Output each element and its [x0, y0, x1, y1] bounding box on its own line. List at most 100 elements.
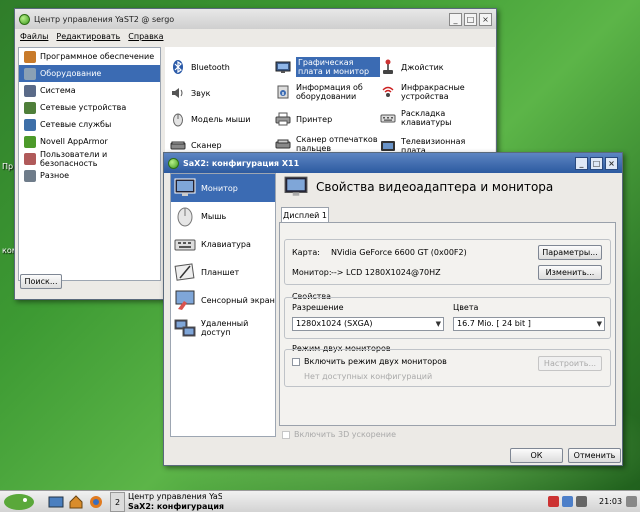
monitor-icon: [174, 178, 196, 196]
module-scanner[interactable]: Сканер: [170, 137, 275, 153]
close-button[interactable]: ×: [479, 12, 492, 26]
task-yast[interactable]: Центр управления YaST: [128, 492, 222, 502]
browser-icon[interactable]: [88, 494, 104, 510]
minimize-button[interactable]: _: [575, 156, 588, 170]
close-button[interactable]: ×: [605, 156, 618, 170]
module-fingerprint[interactable]: Сканер отпечатков пальцев: [275, 135, 380, 153]
updater-icon[interactable]: [548, 496, 559, 507]
system-icon: [24, 84, 36, 97]
infrared-icon: [382, 86, 394, 97]
sax2-title: SaX2: конфигурация X11: [183, 158, 300, 168]
mouse-icon: [177, 207, 193, 227]
nav-monitor[interactable]: Монитор: [171, 174, 275, 202]
sax2-app-icon: [168, 157, 179, 169]
card-label: Карта:: [292, 248, 320, 257]
resolution-label: Разрешение: [292, 303, 344, 312]
users-icon: [24, 152, 36, 165]
module-keyboard-layout[interactable]: Раскладка клавиатуры: [380, 109, 485, 127]
maximize-button[interactable]: □: [590, 156, 603, 170]
yast-menubar: Файлы Редактировать Справка: [15, 29, 496, 47]
nav-tablet[interactable]: Планшет: [171, 258, 275, 286]
module-sound[interactable]: Звук: [170, 85, 275, 101]
module-bluetooth[interactable]: Bluetooth: [170, 59, 275, 75]
checkbox-box: [292, 357, 300, 366]
keyboard-layout-icon: [380, 114, 396, 123]
network-devices-icon: [24, 101, 36, 114]
network-services-icon: [24, 118, 36, 131]
module-mouse-model[interactable]: Модель мыши: [170, 111, 275, 127]
enable-3d-checkbox[interactable]: Включить 3D ускорение: [282, 430, 396, 439]
volume-icon[interactable]: [576, 496, 587, 507]
colors-select[interactable]: 16.7 Mio. [ 24 bit ] ▼: [453, 317, 605, 331]
category-apparmor[interactable]: Novell AppArmor: [19, 133, 160, 150]
desktop-icon[interactable]: [48, 494, 64, 510]
category-network-services[interactable]: Сетевые службы: [19, 116, 160, 133]
home-icon[interactable]: [68, 494, 84, 510]
yast-titlebar[interactable]: Центр управления YaST2 @ sergo _ □ ×: [15, 9, 496, 29]
clock[interactable]: 21:03: [599, 497, 622, 506]
chevron-down-icon: ▼: [435, 320, 441, 328]
category-hardware[interactable]: Оборудование: [19, 65, 160, 82]
yast-title: Центр управления YaST2 @ sergo: [34, 14, 175, 24]
mouse-icon: [173, 113, 183, 127]
desktop-label-1[interactable]: Пр: [2, 162, 13, 171]
yast-app-icon: [19, 13, 30, 25]
category-software[interactable]: Программное обеспечение: [19, 48, 160, 65]
sound-icon: [172, 88, 183, 98]
page-title: Свойства видеоадаптера и монитора: [316, 180, 554, 194]
menu-edit[interactable]: Редактировать: [56, 32, 120, 44]
monitor-change-button[interactable]: Изменить...: [538, 265, 602, 280]
start-menu-icon[interactable]: [2, 492, 36, 512]
workspace-switcher[interactable]: 2: [110, 492, 125, 512]
module-infrared[interactable]: Инфракрасные устройства: [380, 83, 485, 101]
taskbar: 2 Центр управления YaST SaX2: конфигурац…: [0, 490, 640, 512]
fingerprint-icon: [275, 139, 291, 149]
module-printer[interactable]: Принтер: [275, 111, 380, 127]
module-graphics-card[interactable]: Графическая плата и монитор: [275, 57, 380, 77]
monitor-value: --> LCD 1280X1024@70HZ: [331, 268, 441, 277]
nav-touchscreen[interactable]: Сенсорный экран: [171, 286, 275, 314]
joystick-icon: [383, 59, 393, 74]
category-network-devices[interactable]: Сетевые устройства: [19, 99, 160, 116]
module-hardware-info[interactable]: Информация об оборудовании: [275, 83, 380, 101]
sax2-titlebar[interactable]: SaX2: конфигурация X11 _ □ ×: [164, 153, 622, 173]
card-options-button[interactable]: Параметры...: [538, 245, 602, 260]
minimize-button[interactable]: _: [449, 12, 462, 26]
maximize-button[interactable]: □: [464, 12, 477, 26]
bluetooth-icon: [173, 60, 183, 74]
dual-none-text: Нет доступных конфигураций: [304, 372, 433, 381]
sax2-window: SaX2: конфигурация X11 _ □ × Монитор Мыш…: [163, 152, 623, 466]
display-tab-panel: Карта: NVidia GeForce 6600 GT (0x00F2) П…: [279, 222, 616, 426]
menu-help[interactable]: Справка: [128, 32, 163, 44]
touchscreen-icon: [175, 290, 195, 310]
nav-remote-access[interactable]: Удаленный доступ: [171, 314, 275, 342]
colors-label: Цвета: [453, 303, 479, 312]
ok-button[interactable]: ОК: [510, 448, 563, 463]
hardware-info-icon: [277, 85, 289, 99]
sax2-nav-list: Монитор Мышь Клавиатура Планшет Сенсорны…: [170, 173, 276, 437]
nav-mouse[interactable]: Мышь: [171, 202, 275, 230]
sax2-heading: Свойства видеоадаптера и монитора: [284, 175, 553, 199]
cancel-button[interactable]: Отменить: [568, 448, 621, 463]
scanner-icon: [170, 141, 186, 150]
category-system[interactable]: Система: [19, 82, 160, 99]
dual-configure-button[interactable]: Настроить...: [538, 356, 602, 371]
menu-file[interactable]: Файлы: [20, 32, 48, 44]
tab-display-1[interactable]: Дисплей 1: [281, 207, 329, 223]
category-users-security[interactable]: Пользователи и безопасность: [19, 150, 160, 168]
card-value: NVidia GeForce 6600 GT (0x00F2): [331, 248, 467, 257]
monitor-label: Монитор:: [292, 268, 332, 277]
apparmor-icon: [24, 135, 36, 148]
software-icon: [24, 50, 36, 63]
tray-icon[interactable]: [626, 496, 637, 507]
resolution-select[interactable]: 1280x1024 (SXGA) ▼: [292, 317, 444, 331]
category-misc[interactable]: Разное: [19, 167, 160, 184]
task-sax2[interactable]: SaX2: конфигурация: [128, 502, 228, 512]
module-joystick[interactable]: Джойстик: [380, 59, 485, 75]
graphics-card-icon: [275, 61, 291, 73]
nav-keyboard[interactable]: Клавиатура: [171, 230, 275, 258]
network-icon[interactable]: [562, 496, 573, 507]
tablet-icon: [174, 263, 195, 281]
dual-mode-checkbox[interactable]: Включить режим двух мониторов: [292, 357, 447, 366]
search-button[interactable]: Поиск...: [20, 274, 62, 289]
